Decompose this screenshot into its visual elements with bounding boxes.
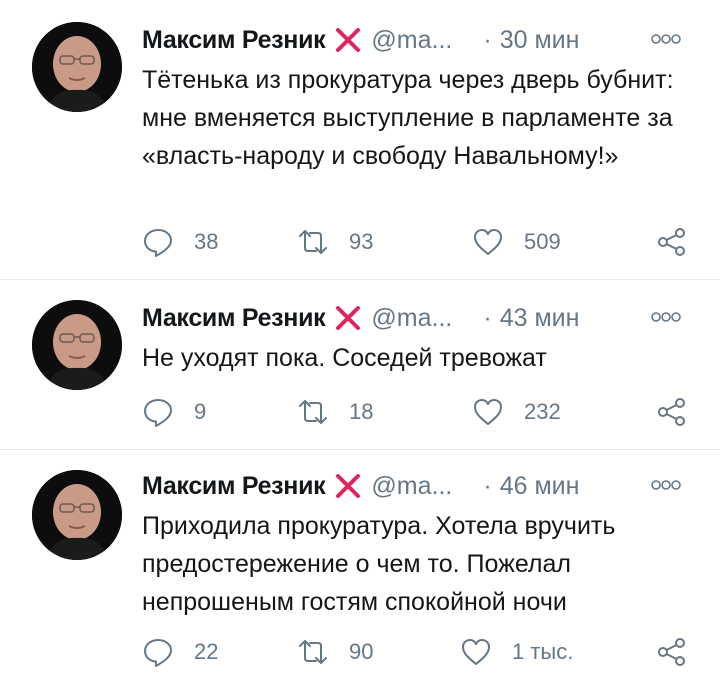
retweet-icon [299,230,327,254]
tweet-text: Приходила прокуратура. Хотела вручить пр… [142,512,616,616]
author-handle[interactable]: @ma... [371,304,463,333]
retweet-count: 93 [349,229,374,254]
like-count: 232 [524,399,561,424]
share-icon [658,398,685,426]
retweet-button[interactable]: 93 [297,224,373,260]
reply-count: 9 [194,399,207,424]
tweet-actions: 22 90 1 тыс. [142,634,692,670]
share-icon [658,228,685,256]
heart-icon [474,229,502,255]
retweet-count: 90 [349,639,374,664]
reply-icon [144,639,172,667]
tweet-time[interactable]: 46 мин [500,472,580,501]
reply-icon [144,229,172,257]
author-name[interactable]: Максим Резник [142,472,326,501]
tweet-actions: 38 93 509 [142,224,692,260]
reply-count: 22 [194,639,219,664]
retweet-count: 18 [349,399,374,424]
share-button[interactable] [656,634,688,670]
more-options-icon[interactable] [650,32,682,46]
reply-button[interactable]: 9 [142,394,206,430]
like-button[interactable]: 232 [472,394,561,430]
like-button[interactable]: 509 [472,224,561,260]
separator-dot: · [483,303,492,332]
red-x-icon [336,28,361,52]
retweet-button[interactable]: 18 [297,394,373,430]
tweet-actions: 9 18 232 [142,394,692,430]
separator-dot: · [483,25,492,54]
author-name[interactable]: Максим Резник [142,304,326,333]
tweet-time[interactable]: 30 мин [500,26,580,55]
like-button[interactable]: 1 тыс. [460,634,573,670]
separator-dot: · [483,471,492,500]
avatar[interactable] [32,470,122,560]
avatar[interactable] [32,22,122,112]
heart-icon [474,399,502,425]
author-name[interactable]: Максим Резник [142,26,326,55]
like-count: 1 тыс. [512,639,574,664]
more-options-icon[interactable] [650,478,682,492]
avatar[interactable] [32,300,122,390]
share-button[interactable] [656,224,688,260]
red-x-icon [336,474,361,498]
share-icon [658,638,685,666]
tweet-feed: Максим Резник @ma... · 30 мин Тётенька и… [0,0,720,686]
heart-icon [462,639,490,665]
tweet-time[interactable]: 43 мин [500,304,580,333]
reply-icon [144,399,172,427]
tweet[interactable]: Максим Резник @ma... · 30 мин Тётенька и… [0,0,720,280]
reply-button[interactable]: 38 [142,224,218,260]
share-button[interactable] [656,394,688,430]
reply-count: 38 [194,229,219,254]
like-count: 509 [524,229,561,254]
reply-button[interactable]: 22 [142,634,218,670]
author-handle[interactable]: @ma... [371,472,463,501]
retweet-button[interactable]: 90 [297,634,373,670]
tweet[interactable]: Максим Резник @ma... · 46 мин Приходила … [0,450,720,686]
author-handle[interactable]: @ma... [371,26,463,55]
tweet-text: Тётенька из прокуратура через дверь бубн… [142,66,674,170]
tweet[interactable]: Максим Резник @ma... · 43 мин Не уходят … [0,280,720,450]
retweet-icon [299,640,327,664]
tweet-text: Не уходят пока. Соседей тревожат [142,344,547,372]
more-options-icon[interactable] [650,310,682,324]
retweet-icon [299,400,327,424]
red-x-icon [336,306,361,330]
